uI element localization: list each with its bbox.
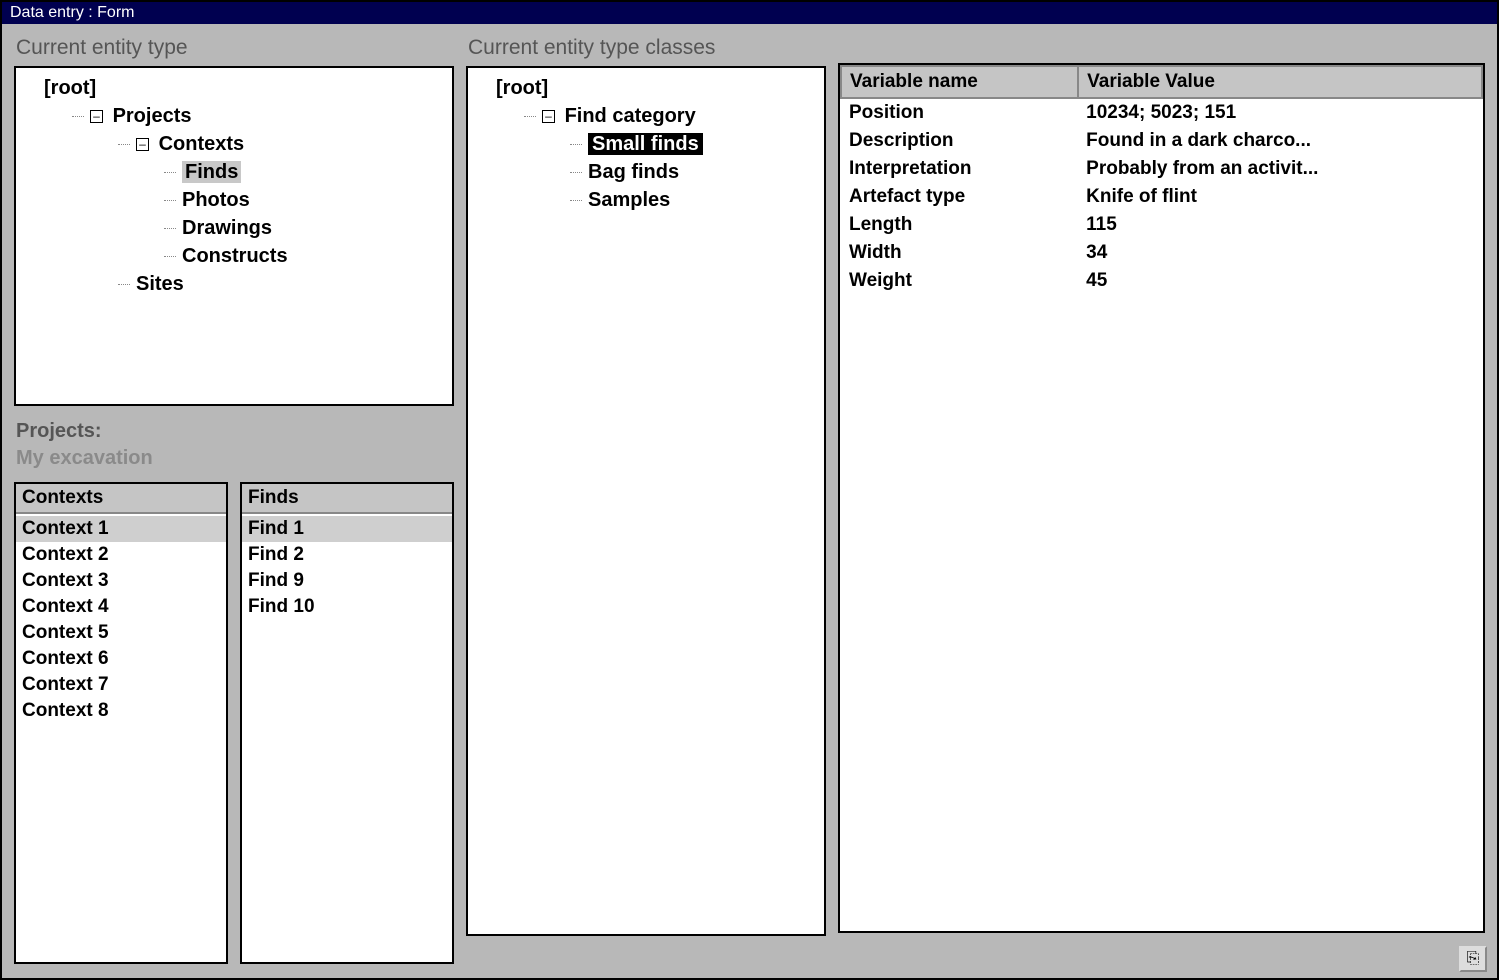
list-item[interactable]: Find 9 — [242, 568, 452, 594]
variable-name-cell: Position — [841, 98, 1078, 127]
contexts-list[interactable]: Context 1Context 2Context 3Context 4Cont… — [16, 514, 226, 962]
variable-value-cell: 45 — [1078, 267, 1482, 295]
variable-value-cell: 115 — [1078, 211, 1482, 239]
variables-table[interactable]: Variable name Variable Value Position102… — [840, 65, 1483, 295]
list-item[interactable]: Context 3 — [16, 568, 226, 594]
expand-icon[interactable]: – — [136, 138, 149, 151]
classes-root[interactable]: [root] – Find category Small finds — [476, 74, 816, 214]
classes-tree-panel: [root] – Find category Small finds — [466, 66, 826, 936]
list-item[interactable]: Context 1 — [16, 516, 226, 542]
entity-tree-root[interactable]: [root] – Projects – Contexts — [24, 74, 444, 298]
finds-listbox: Finds Find 1Find 2Find 9Find 10 — [240, 482, 454, 964]
entity-node-photos[interactable]: Photos — [162, 186, 444, 214]
contexts-listbox: Contexts Context 1Context 2Context 3Cont… — [14, 482, 228, 964]
classes-node-find-category[interactable]: – Find category Small finds Bag finds — [522, 102, 816, 214]
finds-header: Finds — [242, 484, 452, 514]
entity-tree-title: Current entity type — [16, 36, 452, 60]
table-row[interactable]: DescriptionFound in a dark charco... — [841, 127, 1482, 155]
variables-col-value[interactable]: Variable Value — [1078, 66, 1482, 98]
list-item[interactable]: Context 4 — [16, 594, 226, 620]
finds-list[interactable]: Find 1Find 2Find 9Find 10 — [242, 514, 452, 962]
spacer — [838, 34, 1485, 63]
variable-value-cell: Probably from an activit... — [1078, 155, 1482, 183]
variables-panel: Variable name Variable Value Position102… — [838, 63, 1485, 933]
entity-node-contexts[interactable]: – Contexts Finds Photos — [116, 130, 444, 270]
list-item[interactable]: Context 6 — [16, 646, 226, 672]
variable-name-cell: Weight — [841, 267, 1078, 295]
variable-name-cell: Interpretation — [841, 155, 1078, 183]
variable-value-cell: Found in a dark charco... — [1078, 127, 1482, 155]
variable-value-cell: 34 — [1078, 239, 1482, 267]
expand-icon[interactable]: – — [90, 110, 103, 123]
entity-tree-panel: [root] – Projects – Contexts — [14, 66, 454, 406]
contexts-header: Contexts — [16, 484, 226, 514]
left-column: Current entity type [root] – Projects — [14, 34, 454, 964]
entity-node-finds[interactable]: Finds — [162, 158, 444, 186]
center-column: Current entity type classes [root] – Fin… — [466, 34, 826, 964]
list-item[interactable]: Find 1 — [242, 516, 452, 542]
classes-node-samples[interactable]: Samples — [568, 186, 816, 214]
entity-node-sites[interactable]: Sites — [116, 270, 444, 298]
variable-name-cell: Description — [841, 127, 1078, 155]
table-row[interactable]: Width34 — [841, 239, 1482, 267]
entity-root-label: [root] — [44, 77, 96, 99]
body-area: Current entity type [root] – Projects — [2, 24, 1497, 978]
variable-value-cell: 10234; 5023; 151 — [1078, 98, 1482, 127]
window-frame: Data entry : Form Current entity type [r… — [0, 0, 1499, 980]
list-item[interactable]: Context 5 — [16, 620, 226, 646]
classes-tree[interactable]: [root] – Find category Small finds — [476, 74, 816, 214]
lists-row: Contexts Context 1Context 2Context 3Cont… — [14, 482, 454, 964]
list-item[interactable]: Find 10 — [242, 594, 452, 620]
variable-name-cell: Artefact type — [841, 183, 1078, 211]
entity-node-projects[interactable]: – Projects – Contexts Fi — [70, 102, 444, 298]
exit-door-icon: ⎘ — [1467, 950, 1480, 968]
list-item[interactable]: Context 7 — [16, 672, 226, 698]
table-row[interactable]: Length115 — [841, 211, 1482, 239]
classes-tree-title: Current entity type classes — [468, 36, 824, 60]
right-column: Variable name Variable Value Position102… — [838, 34, 1485, 964]
list-item[interactable]: Context 2 — [16, 542, 226, 568]
classes-node-bag-finds[interactable]: Bag finds — [568, 158, 816, 186]
table-row[interactable]: Artefact typeKnife of flint — [841, 183, 1482, 211]
projects-label: Projects: — [16, 420, 452, 443]
entity-node-constructs[interactable]: Constructs — [162, 242, 444, 270]
entity-node-drawings[interactable]: Drawings — [162, 214, 444, 242]
variable-name-cell: Length — [841, 211, 1078, 239]
list-item[interactable]: Context 8 — [16, 698, 226, 724]
table-row[interactable]: Position10234; 5023; 151 — [841, 98, 1482, 127]
project-name: My excavation — [16, 447, 452, 470]
table-row[interactable]: Weight45 — [841, 267, 1482, 295]
window-title: Data entry : Form — [2, 2, 1497, 24]
table-row[interactable]: InterpretationProbably from an activit..… — [841, 155, 1482, 183]
variable-name-cell: Width — [841, 239, 1078, 267]
variables-col-name[interactable]: Variable name — [841, 66, 1078, 98]
classes-node-small-finds[interactable]: Small finds — [568, 130, 816, 158]
close-button[interactable]: ⎘ — [1459, 946, 1487, 972]
expand-icon[interactable]: – — [542, 110, 555, 123]
entity-tree[interactable]: [root] – Projects – Contexts — [24, 74, 444, 298]
variable-value-cell: Knife of flint — [1078, 183, 1482, 211]
list-item[interactable]: Find 2 — [242, 542, 452, 568]
